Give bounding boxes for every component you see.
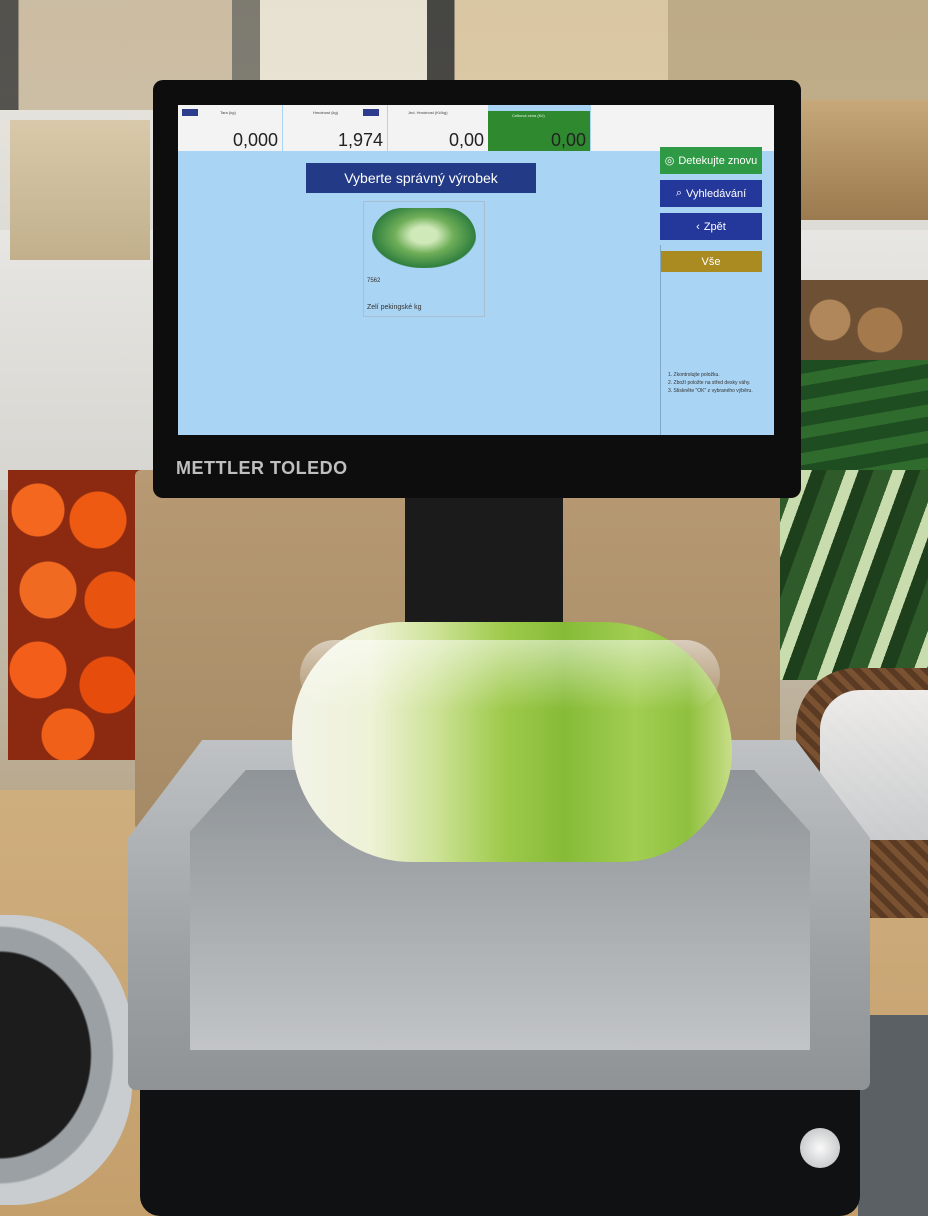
cucumbers — [800, 360, 928, 470]
plastic-wrap-shine — [300, 640, 720, 710]
brand-logo: METTLER TOLEDO — [176, 458, 348, 478]
all-button[interactable]: Vše — [660, 251, 762, 272]
detect-again-button[interactable]: ◎ Detekujte znovu — [660, 147, 762, 174]
total-price-readout: Celková cena (Kč) 0,00 — [488, 111, 590, 151]
product-image — [372, 208, 476, 268]
weight-value: 1,974 — [337, 130, 383, 150]
tare-value: 0,000 — [232, 130, 278, 150]
camera-icon: ◎ — [664, 155, 675, 167]
level-indicator-icon — [800, 1128, 840, 1168]
left-shelf — [10, 120, 150, 260]
leeks — [780, 470, 928, 680]
total-price-value: 0,00 — [550, 130, 586, 150]
product-name: Zelí pekingské kg — [367, 304, 422, 311]
weight-label: Hmotnost (kg) — [313, 110, 339, 115]
instructions: 1. Zkontrolujte položku. 2. Zboží položt… — [668, 371, 768, 395]
instruction-step: 2. Zboží položte na střed desky váhy. — [668, 380, 751, 386]
touch-screen: Tara (kg) 0,000 Hmotnost (kg) 1,974 Jed.… — [178, 105, 774, 435]
instruction-step: 3. Stiskněte "OK" z vybraného výběru. — [668, 388, 753, 394]
chevron-left-icon: ‹ — [696, 220, 700, 233]
potatoes — [800, 280, 928, 360]
total-price-label: Celková cena (Kč) — [512, 113, 545, 118]
scale-pole — [405, 490, 563, 640]
product-suggestion-card[interactable]: 7562 Zelí pekingské kg — [363, 201, 485, 317]
all-label: Vše — [701, 255, 721, 268]
detect-again-label: Detekujte znovu — [678, 154, 758, 167]
search-button[interactable]: ⌕ Vyhledávání — [660, 180, 762, 207]
weight-tag — [363, 109, 379, 116]
status-area — [591, 105, 774, 151]
right-shelf — [800, 100, 928, 220]
side-panel-divider — [660, 245, 661, 435]
tare-readout: Tara (kg) 0,000 — [178, 105, 282, 151]
select-product-title: Vyberte správný výrobek — [306, 163, 536, 193]
unit-price-readout: Jed. Hmotnost (Kč/kg) 0,00 — [388, 105, 488, 151]
instruction-step: 1. Zkontrolujte položku. — [668, 372, 720, 378]
product-plu: 7562 — [367, 278, 381, 284]
back-label: Zpět — [703, 220, 726, 233]
unit-price-label: Jed. Hmotnost (Kč/kg) — [408, 110, 448, 115]
back-button[interactable]: ‹ Zpět — [660, 213, 762, 240]
weight-readout: Hmotnost (kg) 1,974 — [283, 105, 387, 151]
tare-tag — [182, 109, 198, 116]
unit-price-value: 0,00 — [448, 130, 484, 150]
search-icon: ⌕ — [675, 187, 683, 199]
search-label: Vyhledávání — [686, 187, 747, 200]
tare-label: Tara (kg) — [220, 110, 236, 115]
